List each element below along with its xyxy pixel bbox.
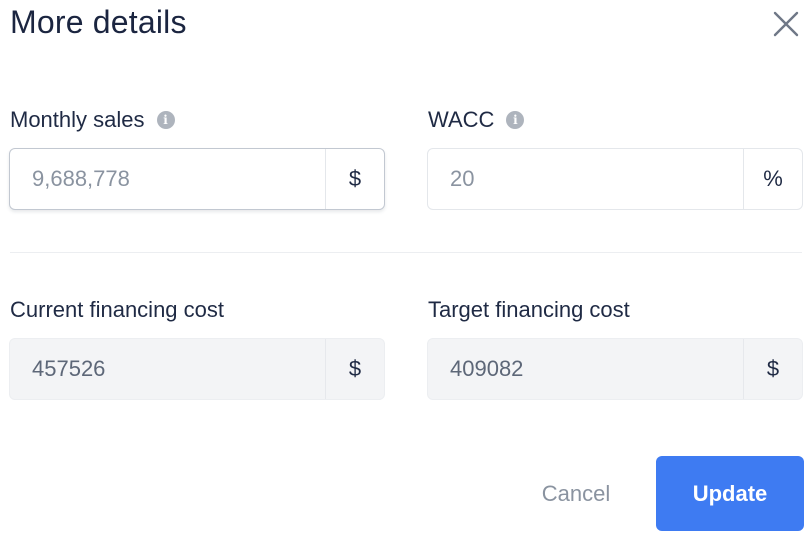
currency-suffix: $ (325, 149, 384, 209)
currency-suffix: $ (743, 339, 802, 399)
monthly-sales-input-group: $ (9, 148, 385, 210)
target-financing-cost-input (428, 339, 743, 399)
currency-suffix: $ (325, 339, 384, 399)
percent-suffix: % (743, 149, 802, 209)
monthly-sales-label: Monthly sales (10, 107, 145, 132)
update-button[interactable]: Update (656, 456, 804, 531)
modal-title: More details (10, 4, 187, 40)
current-financing-cost-label: Current financing cost (10, 297, 224, 322)
current-financing-cost-label-row: Current financing cost (10, 295, 224, 325)
wacc-label: WACC (428, 107, 495, 132)
close-icon (773, 11, 799, 37)
monthly-sales-input[interactable] (10, 149, 325, 209)
info-icon[interactable]: i (506, 111, 525, 129)
cancel-button[interactable]: Cancel (520, 470, 632, 518)
monthly-sales-label-row: Monthly sales i (10, 105, 175, 135)
current-financing-cost-input (10, 339, 325, 399)
wacc-label-row: WACC i (428, 105, 525, 135)
target-financing-cost-input-group: $ (427, 338, 803, 400)
info-icon[interactable]: i (156, 111, 175, 129)
section-divider (10, 252, 802, 253)
target-financing-cost-label-row: Target financing cost (428, 295, 630, 325)
close-button[interactable] (770, 8, 802, 40)
wacc-input-group: % (427, 148, 803, 210)
current-financing-cost-input-group: $ (9, 338, 385, 400)
wacc-input[interactable] (428, 149, 743, 209)
target-financing-cost-label: Target financing cost (428, 297, 630, 322)
